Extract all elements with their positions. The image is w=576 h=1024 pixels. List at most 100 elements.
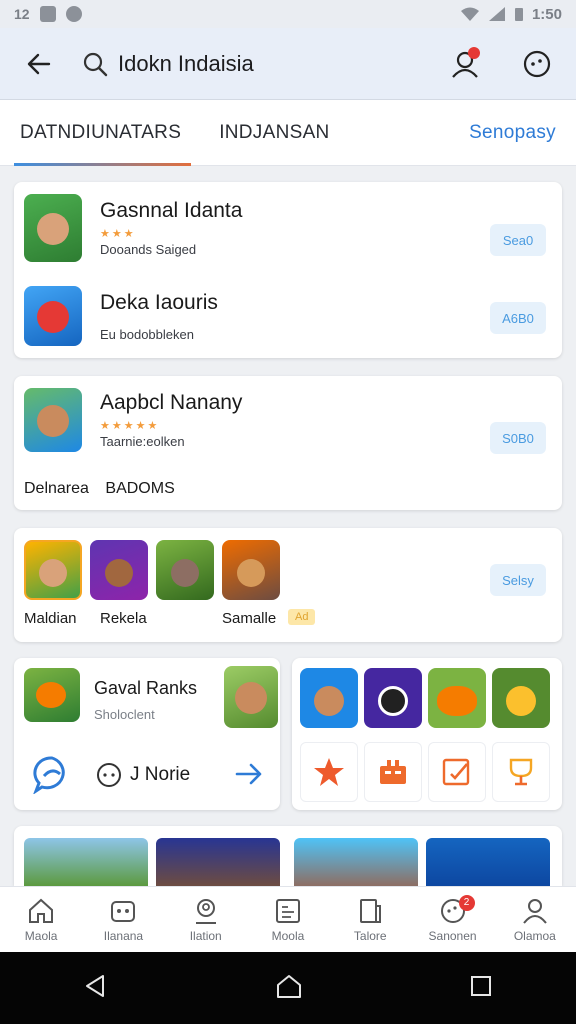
app-strip-card: Maldian Rekela Samalle Ad Selsy (14, 528, 562, 642)
character-face-icon (378, 686, 408, 716)
card-subtitle: Sholoclent (94, 707, 155, 722)
app-icon (24, 194, 82, 262)
character-face-icon (37, 405, 69, 438)
triangle-back-icon (86, 974, 104, 997)
search-bar[interactable] (82, 50, 448, 77)
character-face-icon (235, 682, 267, 714)
nav-home[interactable]: Maola (0, 887, 82, 952)
edit-square-icon (442, 758, 470, 786)
banner-image[interactable] (426, 838, 550, 886)
character-face-icon (171, 559, 199, 587)
nav-notifications[interactable]: 2 Sanonen (411, 887, 493, 952)
system-home-button[interactable] (275, 973, 303, 1004)
list-item[interactable]: Deka Iaouris Eu bodobbleken (24, 286, 218, 346)
app-icon[interactable] (24, 668, 80, 722)
list-item[interactable]: Aapbcl Nanany ★★★★★ Taarnie:eolken (24, 388, 242, 452)
notification-count-badge: 2 (458, 895, 475, 911)
nav-games[interactable]: Ilanana (82, 887, 164, 952)
footer-label: Delnarea (24, 480, 89, 497)
featured-app-card: Aapbcl Nanany ★★★★★ Taarnie:eolken S0B0 … (14, 376, 562, 510)
banner-image[interactable] (24, 838, 148, 886)
gift-button[interactable] (364, 742, 422, 802)
clock: 1:50 (531, 5, 562, 23)
banner-strip (14, 826, 562, 886)
back-arrow-icon (27, 53, 51, 74)
search-icon (83, 52, 108, 76)
nav-apps[interactable]: Moola (247, 887, 329, 952)
search-header (0, 28, 576, 100)
app-icon[interactable] (224, 666, 278, 728)
forward-button[interactable] (234, 760, 264, 793)
status-bar: 12 1:50 (0, 0, 576, 28)
person-icon (523, 898, 547, 924)
app-subtitle: Eu bodobbleken (100, 326, 194, 342)
game-tile[interactable] (428, 668, 486, 728)
banner-image[interactable] (156, 838, 280, 886)
trophy-button[interactable] (492, 742, 550, 802)
grid-icon (275, 898, 300, 923)
rating-stars: ★★★ (100, 228, 136, 240)
favorite-button[interactable] (300, 742, 358, 802)
app-icon[interactable] (90, 540, 148, 600)
tab-third[interactable]: Senopasy (469, 100, 556, 166)
system-recents-button[interactable] (469, 974, 493, 1003)
character-face-icon (506, 686, 536, 716)
system-back-button[interactable] (83, 973, 109, 1004)
game-tile[interactable] (492, 668, 550, 728)
game-tile[interactable] (364, 668, 422, 728)
menu-button[interactable] (520, 47, 554, 81)
list-item[interactable]: Gasnnal Idanta ★★★ Dooands Saiged (24, 194, 242, 262)
category-tabs: DATNDIUNATARS INDJANSAN Senopasy (0, 100, 576, 166)
app-icon[interactable] (156, 540, 214, 600)
app-icon (24, 388, 82, 452)
banner-image[interactable] (294, 838, 418, 886)
app-subtitle: Dooands Saiged (100, 242, 197, 257)
get-button[interactable]: S0B0 (490, 422, 546, 454)
gamepad-icon (111, 900, 136, 922)
app-label: Maldian (24, 610, 77, 627)
get-button[interactable]: A6B0 (490, 302, 546, 334)
back-button[interactable] (22, 47, 56, 81)
trophy-icon (509, 758, 533, 786)
nav-label: Ilation (189, 928, 222, 943)
app-label: Samalle (222, 610, 277, 627)
character-face-icon (37, 213, 69, 246)
nav-search[interactable]: Ilation (165, 887, 247, 952)
status-left-text: 12 (14, 6, 30, 22)
get-button[interactable]: Sea0 (490, 224, 546, 256)
app-icon[interactable] (222, 540, 280, 600)
app-subtitle: Taarnie:eolken (100, 434, 185, 449)
nav-label: Maola (24, 928, 58, 943)
profile-notification-button[interactable] (448, 46, 482, 81)
search-input[interactable] (118, 50, 418, 77)
app-icon[interactable] (24, 540, 82, 600)
app-title: Aapbcl Nanany (100, 391, 243, 414)
clock-icon (97, 763, 121, 787)
tab-first[interactable]: DATNDIUNATARS (13, 100, 192, 166)
character-face-icon (105, 559, 133, 587)
nav-label: Moola (271, 928, 305, 943)
document-icon (360, 898, 382, 923)
square-recents-icon (471, 975, 491, 996)
tab-second[interactable]: INDJANSAN (219, 100, 329, 166)
signal-icon (488, 7, 505, 21)
link-row[interactable]: J Norie (96, 762, 190, 788)
chat-button[interactable] (32, 754, 72, 799)
games-grid-card (292, 658, 562, 810)
nav-profile[interactable]: Olamoa (494, 887, 576, 952)
get-button[interactable]: Selsy (490, 564, 546, 596)
more-circle-icon (523, 50, 551, 77)
edit-button[interactable] (428, 742, 486, 802)
card-title: Gaval Ranks (94, 678, 198, 698)
notification-icon (39, 6, 56, 22)
game-tile[interactable] (300, 668, 358, 728)
nav-library[interactable]: Talore (329, 887, 411, 952)
nav-label: Talore (353, 928, 387, 943)
character-face-icon (39, 558, 67, 587)
app-list-card: Gasnnal Idanta ★★★ Dooands Saiged Sea0 D… (14, 182, 562, 358)
character-face-icon (314, 686, 344, 716)
nav-label: Sanonen (428, 928, 477, 943)
app-notification-icon (65, 6, 82, 22)
battery-icon (514, 8, 523, 21)
system-navigation-bar (0, 952, 576, 1024)
